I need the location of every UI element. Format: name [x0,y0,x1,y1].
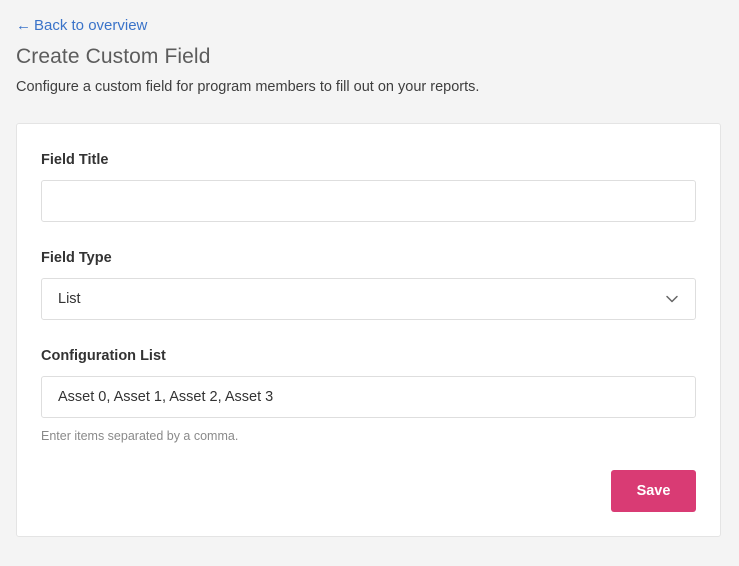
field-type-select[interactable]: List [41,278,696,320]
field-title-input[interactable] [41,180,696,222]
page-title: Create Custom Field [16,45,211,68]
save-button[interactable]: Save [611,470,696,512]
back-to-overview-link[interactable]: ← Back to overview [16,17,147,35]
configuration-list-help-text: Enter items separated by a comma. [41,429,239,443]
chevron-down-icon [665,292,679,306]
page-description: Configure a custom field for program mem… [16,79,480,95]
field-type-selected-value: List [58,291,81,307]
custom-field-form-card: Field Title Field Type List Configuratio… [16,123,721,537]
arrow-left-icon: ← [16,17,31,34]
configuration-list-label: Configuration List [41,348,166,364]
configuration-list-input[interactable] [41,376,696,418]
field-title-label: Field Title [41,152,109,168]
page: ← Back to overview Create Custom Field C… [0,0,739,566]
back-link-label: Back to overview [34,17,148,34]
field-type-label: Field Type [41,250,112,266]
